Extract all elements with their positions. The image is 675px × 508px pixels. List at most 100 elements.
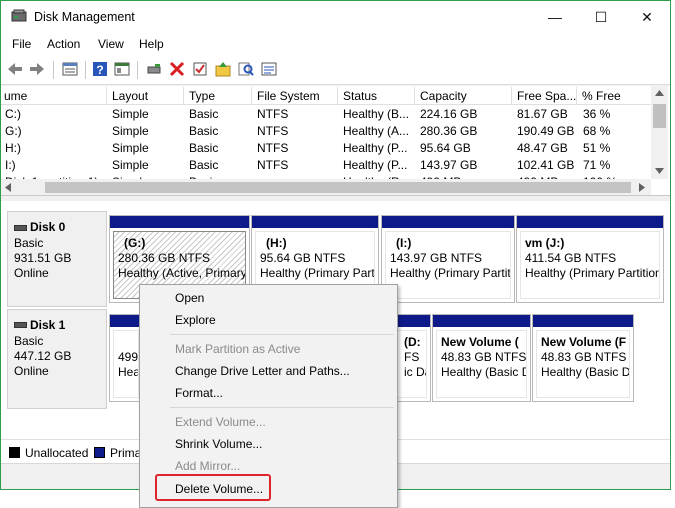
disk-name: Disk 0 [30, 220, 66, 234]
horizontal-scrollbar[interactable] [1, 179, 651, 195]
connect-button[interactable] [145, 60, 163, 78]
delete-button[interactable] [168, 60, 186, 78]
cell-volume: I:) [5, 158, 16, 172]
partition-new-volume-f[interactable]: New Volume (F 48.83 GB NTFS Healthy (Bas… [532, 314, 634, 402]
partition-title: (D: [404, 335, 421, 349]
cell-type: Basic [189, 124, 219, 138]
cell-layout: Simple [112, 141, 149, 155]
minimize-button[interactable]: — [532, 1, 578, 33]
vertical-scroll-thumb[interactable] [653, 104, 666, 128]
cell-capacity: 95.64 GB [420, 141, 471, 155]
partition-bar [517, 216, 663, 228]
table-row[interactable]: C:) Simple Basic NTFS Healthy (B... 224.… [1, 105, 651, 122]
cell-status: Healthy (P... [343, 158, 408, 172]
forward-button[interactable] [28, 60, 46, 78]
menu-item-explore[interactable]: Explore [175, 313, 216, 327]
table-row[interactable]: G:) Simple Basic NTFS Healthy (A... 280.… [1, 122, 651, 139]
context-menu: Open Explore Mark Partition as Active Ch… [139, 284, 398, 508]
back-arrow-icon [8, 63, 22, 75]
menu-item-format[interactable]: Format... [175, 386, 223, 400]
menu-view[interactable]: View [98, 37, 124, 51]
cell-volume: H:) [5, 141, 21, 155]
cell-layout: Simple [112, 124, 149, 138]
partition-size: 143.97 GB NTFS [390, 251, 483, 265]
column-header-layout[interactable]: Layout [112, 89, 148, 103]
close-icon: ✕ [641, 8, 653, 25]
table-row[interactable]: I:) Simple Basic NTFS Healthy (P... 143.… [1, 156, 651, 173]
cell-file-system: NTFS [257, 158, 289, 172]
check-button[interactable] [191, 60, 209, 78]
scroll-right-icon[interactable] [639, 183, 645, 192]
cell-layout: Simple [112, 107, 149, 121]
properties-button[interactable] [113, 60, 131, 78]
partition-new-volume-e[interactable]: New Volume ( 48.83 GB NTFS Healthy (Basi… [432, 314, 531, 402]
settings-button[interactable] [260, 60, 278, 78]
scroll-down-icon[interactable] [655, 168, 664, 174]
legend-swatch-primary [94, 447, 105, 458]
toolbar-separator [85, 61, 86, 79]
settings-icon [261, 62, 277, 76]
disk-management-app-icon [11, 9, 27, 22]
delete-volume-highlight [155, 474, 271, 501]
menu-item-open[interactable]: Open [175, 291, 204, 305]
table-row[interactable]: H:) Simple Basic NTFS Healthy (P... 95.6… [1, 139, 651, 156]
properties-icon [114, 62, 130, 76]
menu-bar: File Action View Help [1, 33, 670, 55]
partition-body: New Volume ( 48.83 GB NTFS Healthy (Basi… [436, 330, 527, 398]
disk-icon [14, 225, 27, 231]
cell-percent-free: 51 % [583, 141, 611, 155]
disk-type: Basic [14, 236, 44, 250]
column-header-capacity[interactable]: Capacity [420, 89, 467, 103]
menu-item-mark-active: Mark Partition as Active [175, 342, 301, 356]
menu-item-shrink-volume[interactable]: Shrink Volume... [175, 437, 262, 451]
partition-size: FS [404, 350, 420, 364]
partition-title: New Volume (F [541, 335, 627, 349]
partition-body: 499 I Heal [113, 330, 139, 398]
partition-bar [110, 315, 142, 327]
disk-0-label[interactable]: Disk 0 Basic 931.51 GB Online [7, 211, 107, 307]
disk-list-button[interactable] [61, 60, 79, 78]
scroll-left-icon[interactable] [5, 183, 11, 192]
cell-percent-free: 68 % [583, 124, 611, 138]
cell-capacity: 224.16 GB [420, 107, 478, 121]
horizontal-scroll-thumb[interactable] [45, 182, 631, 193]
column-header-free-space[interactable]: Free Spa... [517, 89, 576, 103]
folder-up-button[interactable] [214, 60, 232, 78]
column-header-percent-free[interactable]: % Free [582, 89, 621, 103]
menu-help[interactable]: Help [139, 37, 164, 51]
cell-file-system: NTFS [257, 107, 289, 121]
column-header-volume[interactable]: ume [4, 89, 27, 103]
close-button[interactable]: ✕ [624, 1, 670, 33]
cell-capacity: 280.36 GB [420, 124, 478, 138]
cell-volume: C:) [5, 107, 21, 121]
partition-recovery[interactable]: 499 I Heal [109, 314, 143, 402]
menu-separator [170, 407, 394, 408]
cell-type: Basic [189, 158, 219, 172]
partition-i[interactable]: (I:) 143.97 GB NTFS Healthy (Primary Par… [381, 215, 515, 303]
search-button[interactable] [237, 60, 255, 78]
column-header-file-system[interactable]: File System [257, 89, 320, 103]
maximize-icon: ☐ [594, 8, 608, 25]
scroll-up-icon[interactable] [655, 90, 664, 96]
menu-file[interactable]: File [12, 37, 31, 51]
menu-item-change-drive-letter[interactable]: Change Drive Letter and Paths... [175, 364, 350, 378]
partition-status: Healthy (Basic Da [541, 365, 630, 379]
partition-j[interactable]: vm (J:) 411.54 GB NTFS Healthy (Primary … [516, 215, 664, 303]
partition-status: ic Da [404, 365, 426, 379]
cell-status: Healthy (A... [343, 124, 410, 138]
volume-list: ume Layout Type File System Status Capac… [1, 86, 670, 196]
menu-action[interactable]: Action [47, 37, 80, 51]
maximize-button[interactable]: ☐ [578, 1, 624, 33]
column-header-type[interactable]: Type [189, 89, 215, 103]
vertical-scrollbar[interactable] [651, 86, 668, 179]
partition-size: 280.36 GB NTFS [118, 251, 211, 265]
column-header-status[interactable]: Status [343, 89, 377, 103]
cell-type: Basic [189, 141, 219, 155]
back-button[interactable] [6, 60, 24, 78]
help-button[interactable]: ? [91, 60, 109, 78]
folder-up-icon [215, 62, 231, 77]
disk-1-label[interactable]: Disk 1 Basic 447.12 GB Online [7, 309, 107, 409]
cell-volume: G:) [5, 124, 22, 138]
svg-text:?: ? [96, 63, 103, 77]
legend-swatch-unallocated [9, 447, 20, 458]
